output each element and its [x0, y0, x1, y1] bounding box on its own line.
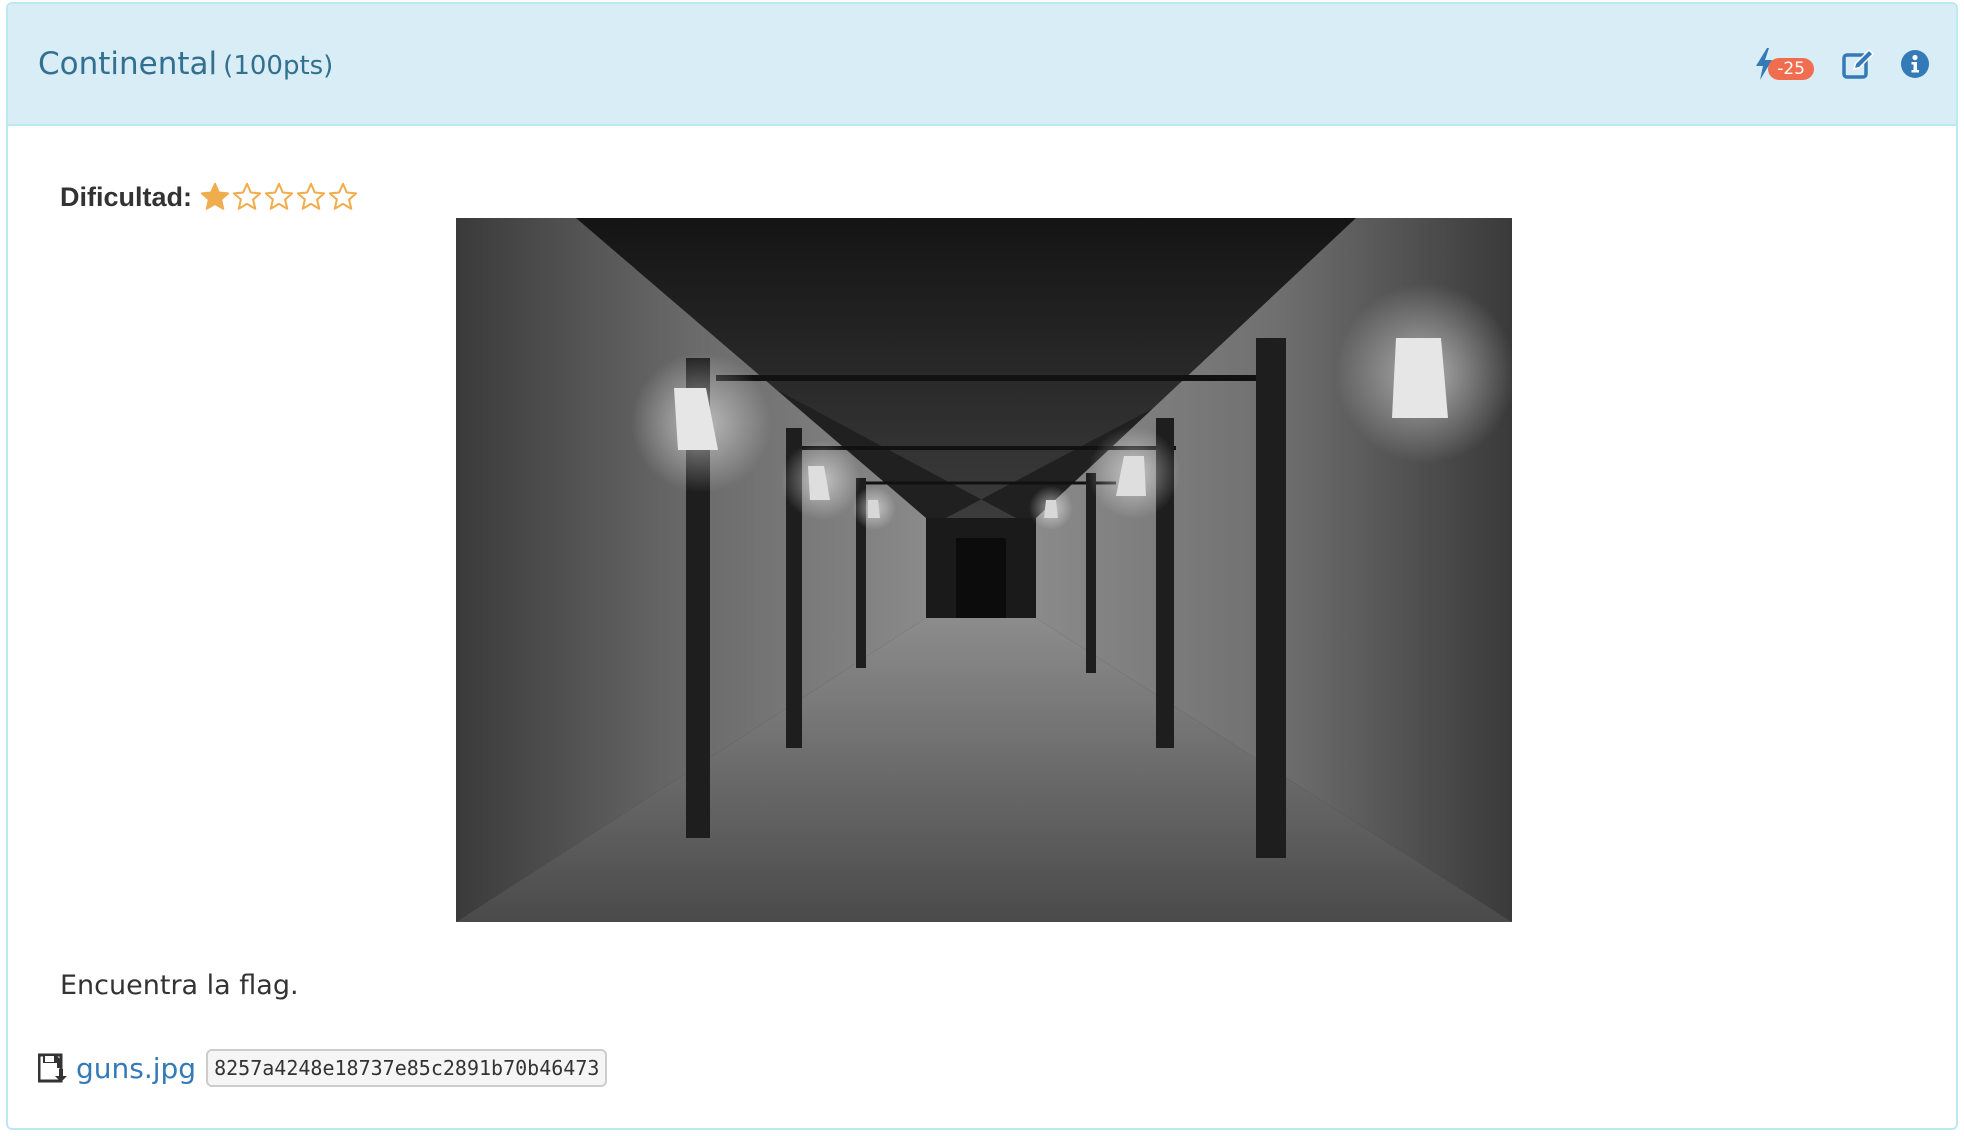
star-empty-icon [296, 182, 326, 210]
challenge-panel: Continental (100pts) -25 Dificultad: Enc… [6, 2, 1958, 1130]
challenge-title: Continental (100pts) [38, 44, 333, 86]
info-circle-icon[interactable] [1900, 49, 1930, 79]
panel-heading: Continental (100pts) -25 [8, 4, 1956, 126]
download-icon [38, 1053, 67, 1083]
hint-button[interactable]: -25 [1754, 48, 1820, 80]
hint-cost-badge: -25 [1768, 58, 1814, 80]
challenge-image [456, 218, 1512, 922]
edit-icon[interactable] [1842, 48, 1876, 80]
file-download-link[interactable]: guns.jpg [76, 1052, 196, 1085]
challenge-name: Continental [38, 46, 218, 82]
panel-body: Dificultad: Encuentra la flag. guns.jpg … [8, 126, 1956, 1128]
star-empty-icon [328, 182, 358, 210]
difficulty-label: Dificultad: [60, 181, 192, 212]
star-empty-icon [232, 182, 262, 210]
star-filled-icon [200, 182, 230, 210]
star-empty-icon [264, 182, 294, 210]
difficulty-stars [200, 182, 360, 212]
challenge-points: (100pts) [223, 51, 334, 81]
hallway-photo [456, 218, 1512, 922]
heading-actions: -25 [1754, 44, 1930, 84]
challenge-description: Encuentra la flag. [60, 970, 299, 1001]
file-attachment: guns.jpg 8257a4248e18737e85c2891b70b4647… [38, 1048, 608, 1088]
difficulty-rating: Dificultad: [60, 180, 360, 214]
file-md5-hash: 8257a4248e18737e85c2891b70b46473 [206, 1049, 608, 1087]
